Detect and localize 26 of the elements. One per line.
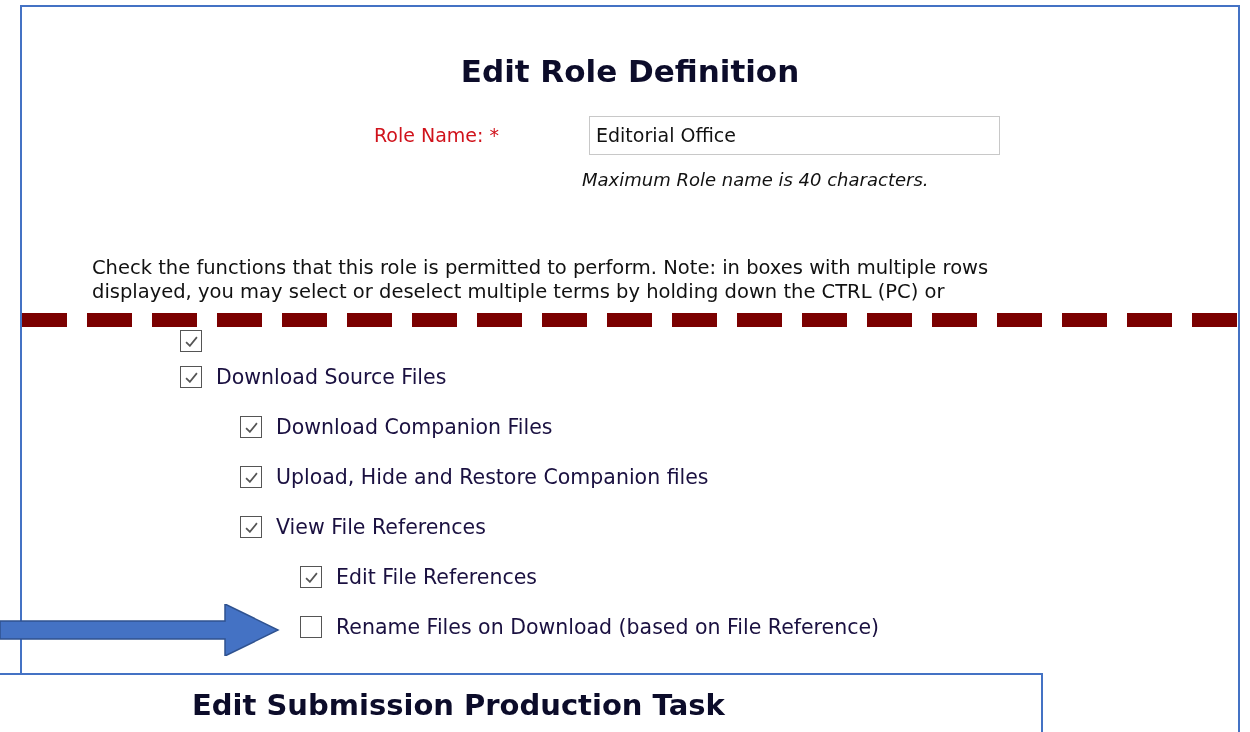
checkbox[interactable] xyxy=(300,616,322,638)
check-icon xyxy=(184,335,198,347)
permission-label: View File References xyxy=(276,515,486,539)
permission-label: Rename Files on Download (based on File Reference) xyxy=(336,615,880,639)
checkbox[interactable] xyxy=(180,330,202,352)
permission-label: Upload, Hide and Restore Companion files xyxy=(276,465,709,489)
permission-label: Edit File References xyxy=(336,565,537,589)
permission-label: Download Source Files xyxy=(216,365,447,389)
field-hint: Maximum Role name is 40 characters. xyxy=(582,169,930,190)
checkbox[interactable] xyxy=(180,366,202,388)
check-icon xyxy=(244,421,258,433)
role-name-label: Role Name: * xyxy=(374,124,499,146)
role-name-field[interactable]: Editorial Office xyxy=(589,115,1000,155)
checkbox[interactable] xyxy=(300,566,322,588)
permission-label: Download Companion Files xyxy=(276,415,553,439)
panel-title: Edit Submission Production Task xyxy=(192,687,726,723)
check-icon xyxy=(244,521,258,533)
instruction-text: displayed, you may select or deselect multiple terms by holding down the CTRL (PC) or xyxy=(92,280,946,304)
checkbox[interactable] xyxy=(240,416,262,438)
checkbox[interactable] xyxy=(240,516,262,538)
check-icon xyxy=(304,571,318,583)
page-title: Edit Role Definition xyxy=(459,52,801,91)
instruction-text: Check the functions that this role is permitted to perform. Note: in boxes with multiple rows xyxy=(92,256,990,280)
check-icon xyxy=(244,471,258,483)
check-icon xyxy=(184,371,198,383)
checkbox[interactable] xyxy=(240,466,262,488)
